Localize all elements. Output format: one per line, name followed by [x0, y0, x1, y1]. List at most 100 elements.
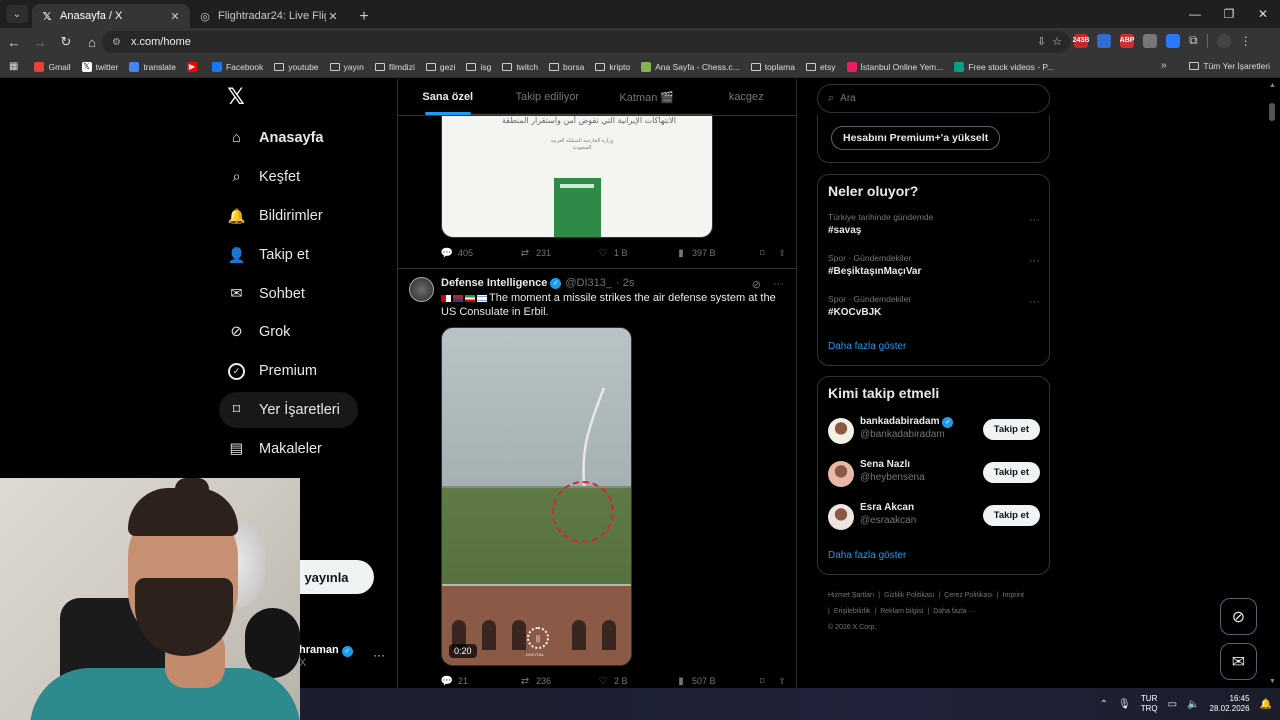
minimize-icon[interactable]: —: [1178, 0, 1212, 28]
user-name[interactable]: bankadabiradam ✓: [860, 416, 954, 428]
extensions-puzzle-icon[interactable]: ⧉: [1189, 33, 1198, 48]
more-icon[interactable]: ···: [1029, 255, 1040, 267]
language-indicator[interactable]: TUR TRQ: [1141, 694, 1158, 714]
user-name[interactable]: Sena Nazlı: [860, 459, 910, 470]
sidebar-item-grok[interactable]: ⊘ Grok: [219, 314, 299, 350]
bookmark-gmail[interactable]: Gmail: [34, 61, 71, 72]
bookmark-youtube[interactable]: youtube: [274, 62, 319, 72]
footer-link[interactable]: Imprint: [1003, 592, 1024, 599]
more-bookmarks-icon[interactable]: »: [1161, 60, 1167, 71]
bookmark-youtube[interactable]: ▶: [186, 61, 201, 72]
scroll-up-icon[interactable]: ▲: [1269, 82, 1276, 89]
tweet-time[interactable]: · 2s: [616, 277, 634, 289]
user-handle[interactable]: @bankadabiradam: [860, 429, 945, 440]
bookmark-kripto[interactable]: kripto: [595, 62, 630, 72]
footer-link[interactable]: Hizmet Şartları: [828, 592, 874, 599]
repost-button[interactable]: ⇄ 231: [519, 247, 597, 259]
chevron-up-icon[interactable]: ⌃: [1100, 699, 1108, 710]
scroll-thumb[interactable]: [1269, 103, 1275, 121]
more-icon[interactable]: ···: [1029, 296, 1040, 308]
bookmark-translate[interactable]: translate: [129, 61, 176, 72]
sidebar-item-mail[interactable]: ✉ Sohbet: [219, 276, 314, 312]
footer-link[interactable]: Erişilebilirlik: [834, 608, 871, 615]
back-button[interactable]: ←: [2, 30, 26, 54]
extension-icon[interactable]: [1097, 33, 1111, 48]
bookmark-star-icon[interactable]: ☆: [1052, 35, 1062, 48]
bookmark-icon[interactable]: ⌑: [760, 676, 765, 687]
trend-item[interactable]: Türkiye tarihinde gündemde #savaş ···: [828, 212, 1040, 236]
bookmark-toplama[interactable]: toplama: [750, 62, 795, 72]
reply-button[interactable]: 💬 21: [441, 675, 519, 687]
bookmark-twitch[interactable]: twitch: [502, 62, 538, 72]
reply-button[interactable]: 💬 405: [441, 247, 519, 259]
sidebar-item-follow-user[interactable]: 👤 Takip et: [219, 237, 318, 273]
trend-item[interactable]: Spor · Gündemdekiler #BeşiktaşınMaçıVar ··…: [828, 253, 1040, 277]
extension-icon[interactable]: ABP: [1120, 33, 1134, 48]
premium-upgrade-button[interactable]: Hesabını Premium+'a yükselt: [831, 126, 1001, 150]
x-logo-icon[interactable]: 𝕏: [226, 84, 246, 109]
views-button[interactable]: ▮ 507 B: [675, 675, 753, 687]
trend-item[interactable]: Spor · Gündemdekiler #KOCvBJK ···: [828, 294, 1040, 318]
menu-icon[interactable]: ⋮: [1240, 34, 1252, 48]
grok-fab[interactable]: ⊘: [1220, 598, 1257, 635]
bookmark-filmdizi[interactable]: filmdizi: [374, 62, 415, 72]
feed-tab[interactable]: Katman 🎬: [597, 79, 697, 115]
page-scrollbar[interactable]: ▲ ▼: [1266, 79, 1280, 688]
feed-tab[interactable]: Takip ediliyor: [498, 79, 598, 115]
sidebar-item-articles[interactable]: ▤ Makaleler: [219, 431, 331, 467]
sidebar-item-search[interactable]: ⌕ Keşfet: [219, 159, 309, 195]
sidebar-item-premium[interactable]: ✓ Premium: [219, 353, 326, 389]
tweet-video[interactable]: || DIGITAL 0:20: [441, 327, 632, 666]
close-window-icon[interactable]: ✕: [1246, 0, 1280, 28]
all-bookmarks-button[interactable]: Tüm Yer İşaretleri: [1189, 61, 1270, 71]
previous-tweet-image[interactable]: الانتهاكات الإيرانية التي تقوض أمن واستق…: [441, 113, 713, 238]
search-input[interactable]: ⌕ Ara: [817, 84, 1050, 113]
follow-button[interactable]: Takip et: [982, 505, 1040, 526]
scroll-down-icon[interactable]: ▼: [1269, 678, 1276, 685]
sidebar-item-home[interactable]: ⌂ Anasayfa: [219, 120, 332, 156]
reload-button[interactable]: ↻: [54, 30, 78, 54]
user-handle[interactable]: @heybensena: [860, 472, 925, 483]
forward-button[interactable]: →: [28, 30, 52, 54]
bookmark-facebook[interactable]: Facebook: [211, 61, 263, 72]
bookmark-icon[interactable]: ⌑: [760, 248, 765, 259]
microphone-icon[interactable]: 🎙: [1118, 699, 1131, 710]
follow-button[interactable]: Takip et: [982, 419, 1040, 440]
more-icon[interactable]: ···: [1029, 214, 1040, 226]
feed-tab[interactable]: Sana özel: [398, 79, 498, 115]
more-icon[interactable]: ···: [773, 278, 784, 291]
close-tab-icon[interactable]: ✕: [168, 10, 182, 23]
repost-button[interactable]: ⇄ 236: [519, 675, 597, 687]
bookmark-ana-sayfa-chess-c[interactable]: Ana Sayfa - Chess.c...: [641, 61, 740, 72]
user-name[interactable]: Esra Akcan: [860, 502, 914, 513]
messages-fab[interactable]: ✉: [1220, 643, 1257, 680]
bookmark-gezi[interactable]: gezi: [425, 62, 455, 72]
site-info-icon[interactable]: ⚙: [112, 37, 121, 48]
extension-icon[interactable]: [1166, 33, 1180, 48]
install-app-icon[interactable]: ⇩: [1037, 35, 1046, 48]
footer-link[interactable]: Gizlilik Politikası: [884, 592, 934, 599]
share-icon[interactable]: ⇪: [778, 248, 786, 259]
more-icon[interactable]: ···: [373, 648, 385, 662]
tab-x-home[interactable]: 𝕏 Anasayfa / X ✕: [32, 4, 190, 28]
views-button[interactable]: ▮ 397 B: [675, 247, 753, 259]
bookmark-yay-n[interactable]: yayın: [329, 62, 364, 72]
volume-icon[interactable]: 🔈: [1187, 699, 1199, 710]
user-avatar[interactable]: [828, 461, 854, 487]
author-handle[interactable]: @DI313_: [565, 277, 612, 289]
user-handle[interactable]: @esraakcan: [860, 515, 916, 526]
network-icon[interactable]: ▭: [1168, 699, 1177, 710]
like-button[interactable]: ♡ 1 B: [597, 247, 675, 259]
share-icon[interactable]: ⇪: [778, 676, 786, 687]
bookmark-etsy[interactable]: etsy: [805, 62, 836, 72]
bookmark-free-stock-videos-p[interactable]: Free stock videos - P...: [954, 61, 1054, 72]
extension-icon[interactable]: [1143, 33, 1157, 48]
bookmark-twitter[interactable]: 𝕏twitter: [81, 61, 118, 72]
clock[interactable]: 16:45 28.02.2026: [1210, 694, 1250, 714]
who-show-more[interactable]: Daha fazla göster: [828, 550, 906, 561]
bookmark-i-stanbul-online-yem[interactable]: İstanbul Online Yem...: [846, 61, 943, 72]
follow-button[interactable]: Takip et: [982, 462, 1040, 483]
author-avatar[interactable]: [409, 277, 434, 302]
footer-link[interactable]: Çerez Politikası: [944, 592, 993, 599]
bookmark-isg[interactable]: isg: [466, 62, 491, 72]
